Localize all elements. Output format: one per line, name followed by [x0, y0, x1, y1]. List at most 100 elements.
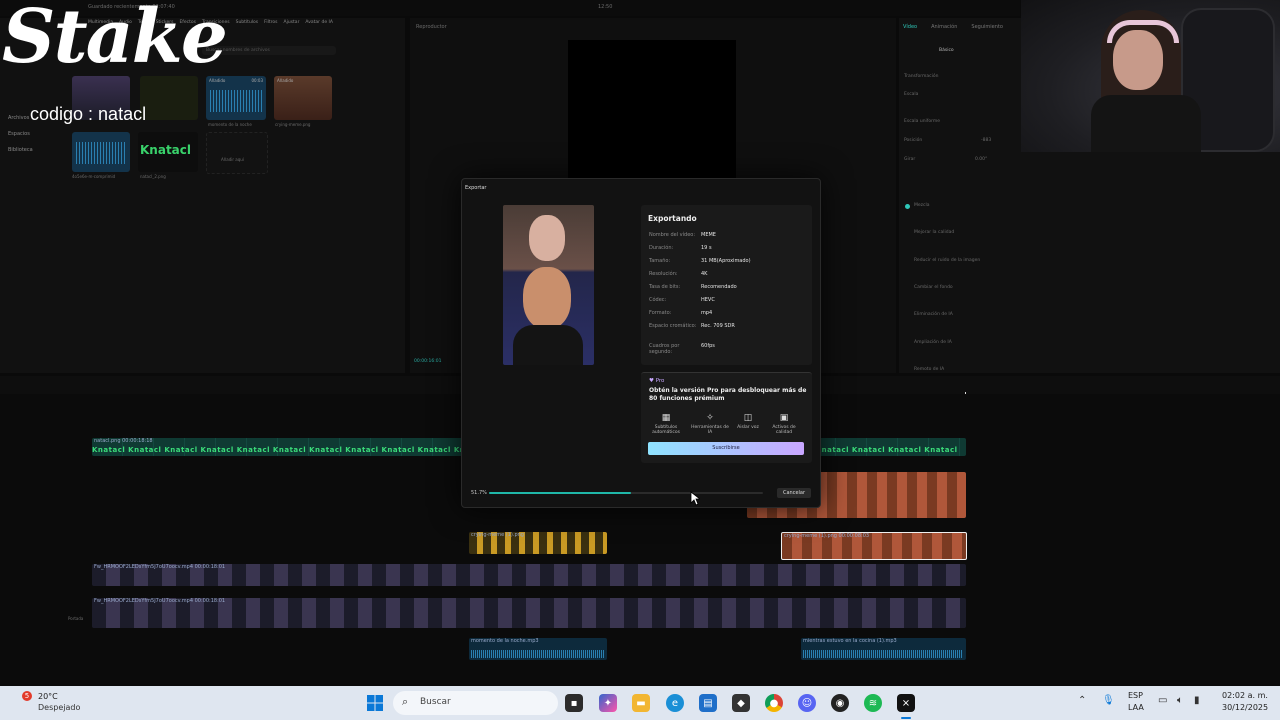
info-row-formato: Formato: mp4	[649, 310, 713, 316]
timeline-clip-image-selected[interactable]: crying-meme (1).png 00:00:08:03	[781, 532, 967, 560]
search-label: Buscar	[420, 697, 451, 707]
media-sidebar: Archivos Espacios Biblioteca	[8, 110, 33, 158]
weather-widget[interactable]: 5 20°C Despejado	[22, 689, 92, 717]
windows-start-icon[interactable]	[366, 694, 384, 712]
position-x-value[interactable]: -883	[981, 138, 991, 143]
tab-subtitulos[interactable]: Subtítulos	[236, 20, 259, 25]
copilot-icon[interactable]: ✦	[599, 694, 617, 712]
tab-filtros[interactable]: Filtros	[264, 20, 277, 25]
clip-caption: crying-meme (1).png	[471, 532, 524, 538]
option-eliminacion-ia[interactable]: Eliminación de IA	[914, 312, 953, 317]
clip-caption: crying-meme (1).png 00:00:08:03	[784, 533, 870, 539]
chrome-icon[interactable]: ●	[765, 694, 783, 712]
voice-icon: ◫	[743, 413, 753, 423]
option-mejorar[interactable]: Mejorar la calidad	[914, 230, 954, 235]
tray-chevron-icon[interactable]: ⌃	[1078, 695, 1086, 706]
sidebar-item-espacios[interactable]: Espacios	[8, 126, 33, 142]
volume-icon[interactable]: 🔈︎	[1177, 695, 1183, 706]
media-item[interactable]: Añadido	[274, 76, 332, 120]
toggle-mezcla[interactable]	[905, 204, 910, 209]
export-dialog: Exportar Exportando Nombre del vídeo: MEM…	[461, 178, 821, 508]
sidebar-item-biblioteca[interactable]: Biblioteca	[8, 142, 33, 158]
battery-icon[interactable]: ▮	[1194, 695, 1200, 706]
label-escala-uniforme: Escala uniforme	[904, 119, 941, 124]
capcut-icon[interactable]: ⨯	[897, 694, 915, 712]
add-media-button[interactable]: Añadir aquí	[206, 132, 268, 174]
label-mezcla: Mezcla	[914, 203, 930, 208]
player-time: 00:00:16:01	[414, 359, 442, 364]
weather-icon: 5	[22, 691, 32, 701]
cover-label[interactable]: Portada	[68, 616, 83, 621]
stake-logo: Stake	[0, 0, 228, 100]
media-item-audio[interactable]	[72, 132, 130, 172]
clip-caption: mientras estuvo en la cocina (1).mp3	[803, 638, 897, 644]
subscribe-button[interactable]: Suscribirse	[648, 442, 804, 455]
referral-code-text: codigo : natacl	[30, 104, 147, 124]
option-ampliacion-ia[interactable]: Ampliación de IA	[914, 340, 952, 345]
assets-icon: ▣	[779, 413, 789, 423]
cancel-button[interactable]: Cancelar	[777, 488, 811, 498]
export-preview-thumbnail	[503, 205, 594, 365]
timeline-clip-video[interactable]: Fw_HRMOOF2LEDsYfm5J7oU7oocv.mp4 00:00:18…	[92, 598, 966, 628]
sidebar-item-archivos[interactable]: Archivos	[8, 110, 33, 126]
add-media-label: Añadir aquí	[221, 157, 244, 162]
app-icon[interactable]: ◆	[732, 694, 750, 712]
tab-seguimiento[interactable]: Seguimiento	[971, 24, 1003, 30]
store-icon[interactable]: ▤	[699, 694, 717, 712]
webcam-feed	[1021, 0, 1280, 152]
export-progress-track	[489, 492, 763, 494]
active-app-indicator	[901, 717, 911, 719]
feature-aislar-voz: ◫ Aislar voz	[729, 413, 767, 430]
export-info-card: Exportando Nombre del vídeo: MEME Duració…	[641, 205, 812, 365]
info-row-duracion: Duración: 19 s	[649, 245, 712, 251]
media-item-name: crying-meme.png	[275, 122, 311, 127]
obs-icon[interactable]: ◉	[831, 694, 849, 712]
media-duration: 00:03	[251, 78, 263, 83]
feature-activos: ▣ Activos de calidad	[765, 413, 803, 435]
taskbar-search[interactable]: ⌕ Buscar	[393, 691, 558, 715]
lang-code[interactable]: ESP	[1128, 691, 1143, 700]
folder-icon[interactable]: ▬	[632, 694, 650, 712]
spotify-icon[interactable]: ≋	[864, 694, 882, 712]
display-icon[interactable]: ▭	[1158, 695, 1167, 706]
edge-icon[interactable]: e	[666, 694, 684, 712]
microphone-icon[interactable]: 🎙︎	[1102, 695, 1115, 706]
clock-date[interactable]: 30/12/2025	[1222, 703, 1268, 712]
media-tag: Añadido	[277, 78, 294, 83]
search-icon: ⌕	[402, 695, 409, 708]
media-item-audio[interactable]: Añadido 00:03	[206, 76, 266, 120]
rotate-value[interactable]: 0.00°	[975, 157, 987, 162]
player-canvas	[568, 40, 736, 178]
info-row-espacio: Espacio cromático: Rec. 709 SDR	[649, 323, 735, 329]
mouse-cursor-icon	[690, 491, 700, 506]
timeline-clip-image[interactable]: crying-meme (1).png	[469, 532, 607, 554]
weather-desc: Despejado	[38, 703, 81, 712]
media-item-logo[interactable]: Knatacl	[138, 132, 198, 172]
info-row-fps: Cuadros por segundo: 60fps	[649, 343, 715, 355]
option-remoto-ia[interactable]: Remoto de IA	[914, 367, 944, 372]
option-cambiar-fondo[interactable]: Cambiar el fondo	[914, 285, 953, 290]
timeline-clip-audio[interactable]: momento de la noche.mp3	[469, 638, 607, 660]
file-explorer-icon[interactable]: ▪	[565, 694, 583, 712]
export-dialog-title: Exportar	[465, 185, 487, 191]
tab-ajustar[interactable]: Ajustar	[284, 20, 300, 25]
weather-temp: 20°C	[38, 692, 58, 701]
tab-avatar[interactable]: Avatar de IA	[305, 20, 333, 25]
option-reducir-ruido[interactable]: Reducir el ruido de la imagen	[914, 258, 980, 263]
clock-time[interactable]: 02:02 a. m.	[1222, 691, 1268, 700]
media-item-name: momento de la noche	[208, 122, 252, 127]
discord-icon[interactable]: ☺	[798, 694, 816, 712]
tab-animacion[interactable]: Animación	[931, 24, 957, 30]
info-row-tamano: Tamaño: 31 MB(Aproximado)	[649, 258, 751, 264]
lang-layout[interactable]: LAA	[1128, 703, 1144, 712]
timeline-clip-audio[interactable]: mientras estuvo en la cocina (1).mp3	[801, 638, 966, 660]
clip-caption: natacl.png 00:00:18:18	[94, 438, 153, 444]
tab-video[interactable]: Vídeo	[903, 24, 917, 30]
timeline-clip-video[interactable]: Fw_HRMOOF2LEDsYfm5J7oU7oocv.mp4 00:00:18…	[92, 564, 966, 586]
subtab-basico[interactable]: Básico	[939, 48, 954, 53]
info-row-resolucion: Resolución: 4K	[649, 271, 708, 277]
clip-caption: momento de la noche.mp3	[471, 638, 539, 644]
player-title: Reproductor	[416, 24, 447, 30]
feature-subtitulos: ▦ Subtítulos automáticos	[647, 413, 685, 435]
label-escala: Escala	[904, 92, 919, 97]
